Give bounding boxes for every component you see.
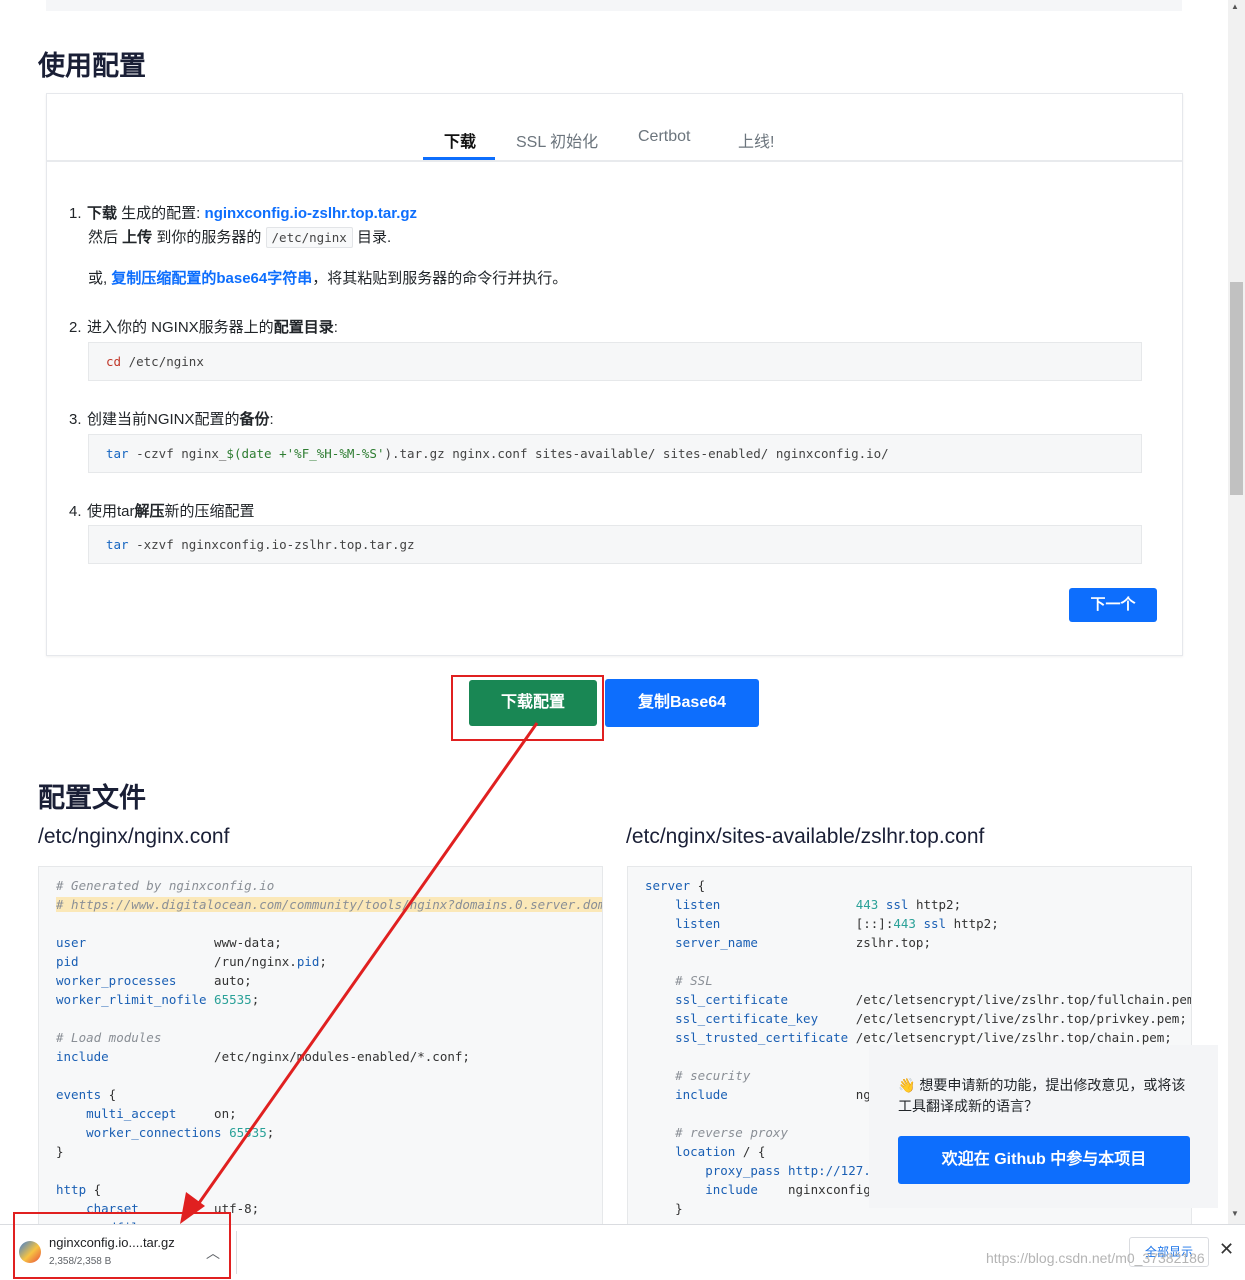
arrow-head — [180, 1192, 205, 1224]
annotation-arrow — [180, 722, 539, 1224]
arrow-line — [190, 722, 539, 1214]
